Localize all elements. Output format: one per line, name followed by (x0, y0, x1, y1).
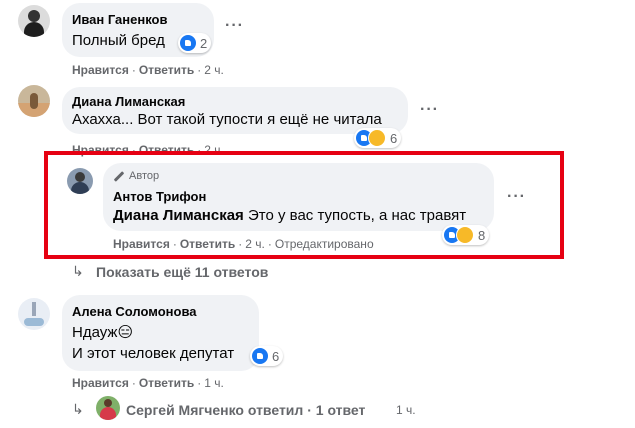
reaction-count: 6 (272, 348, 280, 364)
show-more-replies-link[interactable]: Показать ещё 11 ответов (96, 264, 268, 280)
comment-text: Диана Лиманская Это у вас тупость, а нас… (113, 207, 466, 224)
reply-summary-link[interactable]: Сергей Мягченко ответил · 1 ответ (126, 402, 365, 418)
comment-actions: Нравится · Ответить · 2 ч. (72, 63, 224, 77)
comment-time[interactable]: 2 ч. (245, 237, 265, 251)
avatar-ivan[interactable] (18, 5, 50, 37)
like-button[interactable]: Нравится (72, 376, 129, 390)
comment-text: Ахахха... Вот такой тупости я ещё не чит… (72, 111, 382, 128)
more-options-icon[interactable]: ··· (507, 188, 526, 206)
reaction-summary[interactable]: 8 (442, 225, 490, 245)
comment-time[interactable]: 2 ч. (204, 63, 224, 77)
like-button[interactable]: Нравится (72, 63, 129, 77)
more-options-icon[interactable]: ··· (225, 17, 244, 35)
reaction-count: 2 (200, 35, 208, 51)
reply-button[interactable]: Ответить (180, 237, 235, 251)
like-button[interactable]: Нравится (113, 237, 170, 251)
comment-actions: Нравится · Ответить · 1 ч. (72, 376, 224, 390)
like-icon (252, 348, 268, 364)
reaction-count: 6 (390, 130, 398, 146)
avatar-antov[interactable] (67, 168, 93, 194)
reaction-summary[interactable]: 6 (354, 128, 402, 148)
reply-summary-verb: ответил (247, 402, 304, 418)
reply-arrow-icon: ↳ (72, 401, 84, 417)
haha-icon (456, 226, 474, 244)
reply-summary-time: 1 ч. (396, 403, 416, 417)
comment-author[interactable]: Диана Лиманская (72, 94, 185, 109)
reaction-count: 8 (478, 227, 486, 243)
comment-body: Это у вас тупость, а нас травят (247, 207, 467, 224)
reply-button[interactable]: Ответить (139, 63, 194, 77)
avatar-sergey[interactable] (96, 396, 120, 420)
author-badge: Автор (113, 170, 159, 182)
reply-summary-count: 1 ответ (315, 402, 366, 418)
edited-label: Отредактировано (274, 237, 374, 251)
comment-author[interactable]: Иван Ганенков (72, 12, 168, 27)
comment-time[interactable]: 1 ч. (204, 376, 224, 390)
comment-text-line-2: И этот человек депутат (72, 345, 235, 362)
like-icon (180, 35, 196, 51)
pencil-icon (113, 170, 125, 182)
avatar-diana[interactable] (18, 85, 50, 117)
reaction-summary[interactable]: 6 (250, 346, 284, 366)
avatar-alena[interactable] (18, 298, 50, 330)
more-options-icon[interactable]: ··· (420, 101, 439, 119)
reply-summary-name: Сергей Мягченко (126, 402, 244, 418)
comment-text-line-1: Ндауж😑 (72, 324, 134, 341)
comment-author[interactable]: Антов Трифон (113, 189, 206, 204)
reply-button[interactable]: Ответить (139, 376, 194, 390)
comment-text: Полный бред (72, 32, 165, 49)
mention-link[interactable]: Диана Лиманская (113, 207, 244, 224)
author-badge-label: Автор (129, 170, 160, 182)
comment-actions: Нравится · Ответить · 2 ч. · Отредактировано (113, 237, 374, 251)
comment-author[interactable]: Алена Соломонова (72, 304, 197, 319)
reply-arrow-icon: ↳ (72, 263, 84, 279)
haha-icon (368, 129, 386, 147)
reaction-summary[interactable]: 2 (178, 33, 212, 53)
